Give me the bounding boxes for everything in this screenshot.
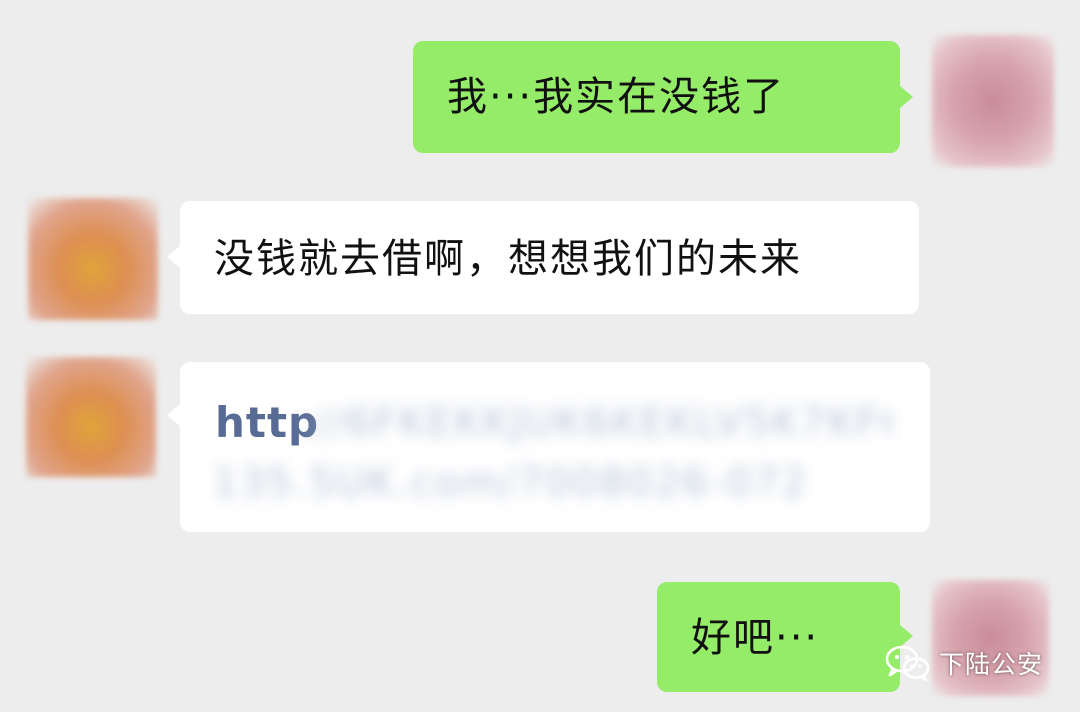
link-blurred-line-1[interactable]: ://6FKEKKJUK6KEKLV5K7KF6LNRQ	[300, 400, 890, 446]
message-bubble-outgoing[interactable]: 好吧···	[657, 582, 900, 692]
link-blurred-line-2[interactable]: 135.5UK.com/7008026-0723	[212, 460, 812, 506]
message-bubble-link[interactable]	[180, 362, 930, 532]
message-text: 没钱就去借啊，想想我们的未来	[214, 236, 802, 282]
message-text: 好吧···	[691, 615, 820, 661]
watermark: 下陆公安	[885, 644, 1043, 682]
contact-avatar[interactable]	[26, 357, 156, 477]
bubble-tail	[900, 86, 913, 108]
self-avatar[interactable]	[932, 35, 1054, 167]
message-text: 我···我实在没钱了	[447, 74, 786, 120]
contact-avatar[interactable]	[28, 198, 158, 320]
bubble-tail	[167, 404, 180, 426]
wechat-icon	[885, 645, 930, 682]
watermark-text: 下陆公安	[939, 650, 1044, 679]
bubble-tail	[167, 246, 180, 268]
message-bubble-incoming[interactable]: 没钱就去借啊，想想我们的未来	[180, 201, 919, 314]
message-bubble-outgoing[interactable]: 我···我实在没钱了	[413, 41, 900, 153]
